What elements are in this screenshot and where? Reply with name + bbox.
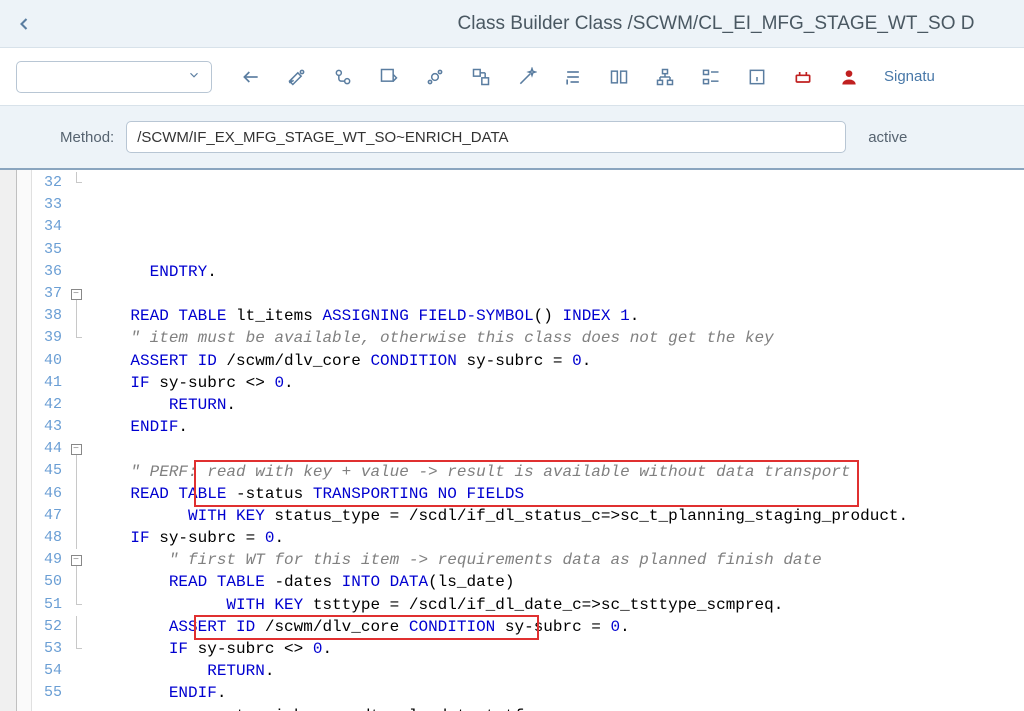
line-number: 34 [32,216,66,238]
info-button[interactable] [736,59,778,95]
code-line[interactable]: RETURN. [86,660,1024,682]
line-number: 33 [32,194,66,216]
code-line[interactable]: READ TABLE lt_items ASSIGNING FIELD-SYMB… [86,305,1024,327]
line-number: 46 [32,483,66,505]
line-number: 48 [32,527,66,549]
line-number: 42 [32,394,66,416]
pretty-print-button[interactable] [552,59,594,95]
line-number: 55 [32,682,66,704]
code-line[interactable]: IF sy-subrc <> 0. [86,638,1024,660]
code-line[interactable] [86,283,1024,305]
code-line[interactable]: WITH KEY status_type = /scdl/if_dl_statu… [86,505,1024,527]
line-number: 43 [32,416,66,438]
code-line[interactable]: ENDIF. [86,682,1024,704]
line-number: 45 [32,460,66,482]
user-breakpoint-button[interactable] [828,59,870,95]
outline-button[interactable] [690,59,732,95]
line-number: 32 [32,172,66,194]
code-line[interactable]: READ TABLE -status TRANSPORTING NO FIELD… [86,483,1024,505]
line-number: 47 [32,505,66,527]
test-button[interactable] [414,59,456,95]
code-line[interactable]: " first WT for this item -> requirements… [86,549,1024,571]
line-number: 40 [32,350,66,372]
line-number: 54 [32,660,66,682]
line-number: 44 [32,438,66,460]
code-line[interactable]: ASSERT ID /scwm/dlv_core CONDITION sy-su… [86,616,1024,638]
check-button[interactable] [322,59,364,95]
command-combo[interactable] [16,61,212,93]
app-header: Class Builder Class /SCWM/CL_EI_MFG_STAG… [0,0,1024,48]
code-editor[interactable]: 3233343536373839404142434445464748495051… [0,168,1024,711]
line-number: 51 [32,594,66,616]
line-number: 37 [32,283,66,305]
split-button[interactable] [598,59,640,95]
code-line[interactable]: WITH KEY tsttype = /scdl/if_dl_date_c=>s… [86,594,1024,616]
line-number: 49 [32,549,66,571]
method-label: Method: [60,129,114,146]
code-line[interactable]: IF sy-subrc <> 0. [86,372,1024,394]
line-number: 39 [32,327,66,349]
activate-button[interactable] [368,59,410,95]
code-line[interactable]: ENDIF. [86,416,1024,438]
line-number: 35 [32,239,66,261]
status-label: active [868,129,907,146]
method-bar: Method: active [0,106,1024,168]
method-input[interactable] [126,121,846,153]
hierarchy-button[interactable] [644,59,686,95]
signature-link[interactable]: Signatu [884,68,935,85]
toolbar: Signatu [0,48,1024,106]
code-line[interactable]: ENDTRY. [86,261,1024,283]
marker-bar [17,170,32,711]
code-line[interactable]: IF sy-subrc = 0. [86,527,1024,549]
edit-button[interactable] [276,59,318,95]
code-line[interactable]: cs_create-pick_comp_dt = ls_date-tstfr. [86,705,1024,711]
line-number: 38 [32,305,66,327]
page-title: Class Builder Class /SCWM/CL_EI_MFG_STAG… [48,13,1024,35]
back-button[interactable] [0,0,48,48]
where-used-button[interactable] [460,59,502,95]
line-number: 53 [32,638,66,660]
code-line[interactable]: READ TABLE -dates INTO DATA(ls_date) [86,571,1024,593]
line-number: 52 [32,616,66,638]
line-number-gutter: 3233343536373839404142434445464748495051… [32,170,66,711]
line-number: 50 [32,571,66,593]
chevron-down-icon [187,68,201,85]
line-number: 41 [32,372,66,394]
code-line[interactable]: " PERF: read with key + value -> result … [86,461,1024,483]
back-arrow-button[interactable] [230,59,272,95]
breakpoint-button[interactable] [782,59,824,95]
code-line[interactable]: ASSERT ID /scwm/dlv_core CONDITION sy-su… [86,350,1024,372]
code-line[interactable] [86,438,1024,460]
code-line[interactable]: RETURN. [86,394,1024,416]
fold-gutter[interactable]: −−− [66,170,86,711]
vertical-scrollbar[interactable] [0,170,17,711]
line-number: 36 [32,261,66,283]
code-area[interactable]: ENDTRY. READ TABLE lt_items ASSIGNING FI… [86,170,1024,711]
code-line[interactable]: " item must be available, otherwise this… [86,327,1024,349]
wizard-button[interactable] [506,59,548,95]
